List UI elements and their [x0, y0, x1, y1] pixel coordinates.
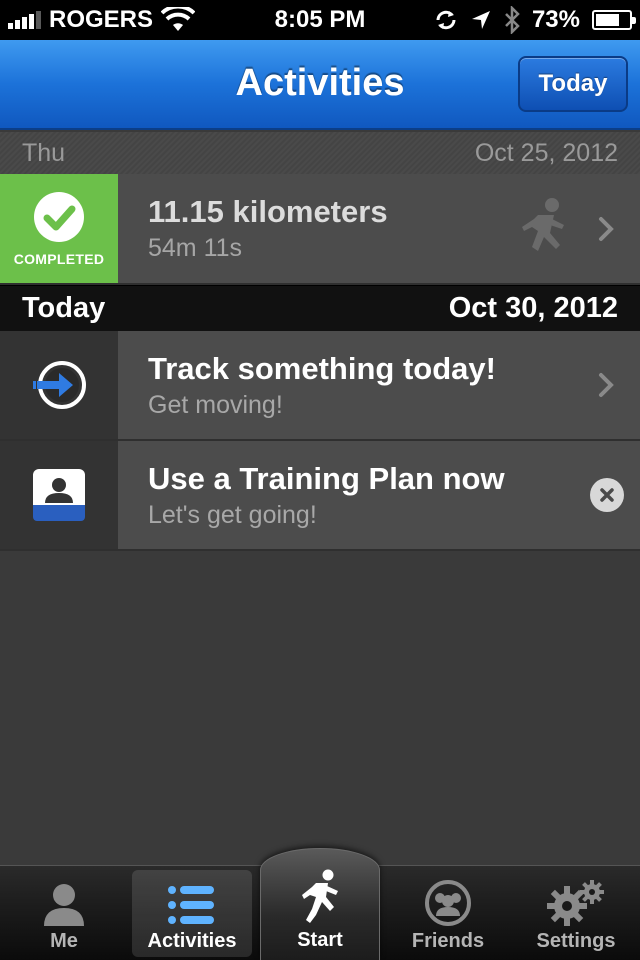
friends-icon — [425, 880, 471, 926]
gear-icon — [547, 880, 604, 926]
battery-percent: 73% — [531, 6, 580, 33]
section-date: Oct 25, 2012 — [474, 138, 618, 167]
section-day: Thu — [22, 138, 66, 167]
sync-icon — [436, 10, 456, 30]
tab-settings[interactable]: Settings — [512, 866, 640, 960]
row-icon-container — [0, 441, 118, 549]
signal-strength-icon — [8, 11, 41, 29]
close-icon — [600, 488, 614, 502]
completed-badge: COMPLETED — [0, 174, 118, 283]
tab-friends[interactable]: Friends — [384, 866, 512, 960]
battery-icon — [592, 10, 636, 30]
chevron-right-icon — [599, 373, 614, 397]
row-icon-container — [0, 331, 118, 439]
suggestion-title: Use a Training Plan now — [148, 461, 505, 496]
carrier-name: ROGERS — [49, 6, 154, 33]
section-day: Today — [22, 292, 106, 324]
today-button[interactable]: Today — [518, 56, 628, 112]
suggestion-subtitle: Let's get going! — [148, 501, 317, 529]
tab-label: Activities — [147, 930, 237, 952]
dismiss-button[interactable] — [590, 478, 624, 512]
wifi-icon — [161, 7, 196, 31]
checkmark-icon — [34, 191, 84, 242]
track-arrow-icon — [33, 361, 86, 409]
person-icon — [44, 884, 84, 926]
section-header-thu: Thu Oct 25, 2012 — [0, 132, 640, 174]
tab-label: Start — [297, 929, 343, 951]
tab-label: Me — [50, 930, 78, 952]
start-button[interactable]: Start — [260, 848, 380, 960]
tab-me[interactable]: Me — [0, 866, 128, 960]
track-something-row[interactable]: Track something today! Get moving! — [0, 331, 640, 441]
chevron-right-icon — [599, 216, 614, 241]
bluetooth-icon — [505, 6, 520, 34]
status-bar: ROGERS 8:05 PM 73% — [0, 0, 640, 40]
runner-icon — [522, 197, 564, 251]
suggestion-subtitle: Get moving! — [148, 391, 283, 419]
activity-row[interactable]: COMPLETED 11.15 kilometers 54m 11s — [0, 174, 640, 285]
battery-level — [596, 14, 620, 26]
runner-icon — [302, 869, 338, 923]
training-plan-icon — [33, 469, 85, 521]
tab-label: Settings — [536, 930, 616, 952]
suggestion-title: Track something today! — [148, 351, 496, 386]
training-plan-row[interactable]: Use a Training Plan now Let's get going! — [0, 441, 640, 551]
section-date: Oct 30, 2012 — [448, 292, 618, 324]
list-icon — [168, 886, 214, 924]
location-arrow-icon — [471, 11, 490, 29]
section-header-today: Today Oct 30, 2012 — [0, 285, 640, 331]
navigation-bar: Activities Today — [0, 40, 640, 130]
tab-label: Friends — [411, 930, 485, 952]
tab-activities[interactable]: Activities — [128, 866, 256, 960]
completed-label: COMPLETED — [13, 250, 105, 267]
